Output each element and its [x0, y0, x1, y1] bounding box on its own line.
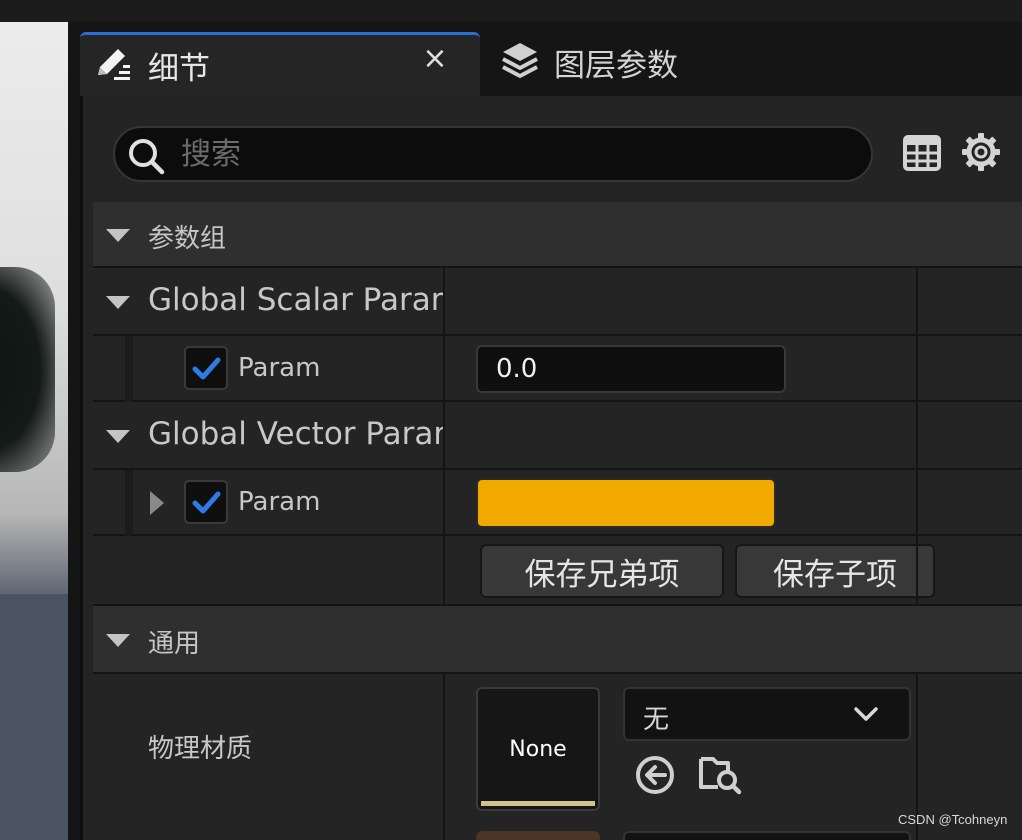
vector-param-row: Param	[93, 470, 1022, 536]
viewport-preview[interactable]	[0, 22, 68, 840]
checkmark-icon	[192, 357, 221, 380]
column-separator	[443, 470, 445, 536]
vector-color-swatch[interactable]	[476, 478, 776, 528]
browse-asset-icon[interactable]	[698, 751, 742, 795]
top-bar	[0, 0, 1022, 22]
indent-bar	[125, 336, 133, 402]
next-dropdown-peek	[623, 831, 911, 840]
column-separator	[916, 402, 918, 470]
phys-material-label: 物理材质	[148, 734, 253, 764]
viewport-floor	[0, 594, 68, 840]
tab-bar: 细节 × 图层参数	[80, 22, 1022, 96]
panel-divider[interactable]	[68, 22, 80, 840]
vector-param-label: Param	[238, 487, 321, 517]
tab-layer-params-label: 图层参数	[554, 48, 678, 84]
collapse-arrow-icon[interactable]	[106, 634, 130, 647]
save-sibling-button[interactable]: 保存兄弟项	[480, 544, 724, 598]
viewport-object	[0, 267, 55, 472]
search-icon	[129, 139, 165, 175]
search-box[interactable]	[113, 126, 873, 182]
group-label: Global Scalar Param	[148, 282, 444, 318]
category-label: 通用	[148, 629, 201, 659]
group-global-scalar-param[interactable]: Global Scalar Param	[93, 268, 1022, 336]
phys-material-thumbnail[interactable]: None	[476, 687, 600, 811]
scalar-param-checkbox[interactable]	[184, 346, 228, 390]
tab-details-label: 细节	[148, 51, 210, 87]
close-icon[interactable]: ×	[422, 44, 448, 74]
dropdown-value: 无	[643, 705, 670, 735]
details-panel: 参数组 Global Scalar Param Param 0.0 Global…	[80, 96, 1022, 840]
collapse-arrow-icon[interactable]	[106, 430, 130, 443]
category-general[interactable]: 通用	[93, 606, 1022, 674]
expand-arrow-icon[interactable]	[150, 491, 164, 515]
search-input[interactable]	[181, 134, 841, 174]
group-global-vector-param[interactable]: Global Vector Param	[93, 402, 1022, 470]
indent-bar	[125, 470, 133, 536]
layers-icon	[502, 43, 538, 78]
asset-type-bar	[481, 801, 595, 806]
category-params-group[interactable]: 参数组	[93, 202, 1022, 268]
column-separator	[916, 536, 918, 604]
category-label: 参数组	[148, 224, 227, 254]
use-selected-arrow-icon[interactable]	[635, 755, 675, 795]
edit-details-icon	[98, 49, 130, 80]
vector-param-checkbox[interactable]	[184, 480, 228, 524]
phys-material-dropdown[interactable]: 无	[623, 687, 911, 741]
scalar-param-row: Param 0.0	[93, 336, 1022, 402]
checkmark-icon	[192, 491, 221, 514]
column-separator	[443, 674, 445, 840]
next-thumbnail-peek	[476, 831, 600, 840]
tab-details[interactable]: 细节 ×	[80, 32, 480, 96]
save-buttons-row: 保存兄弟项 保存子项	[93, 536, 1022, 606]
collapse-arrow-icon[interactable]	[106, 296, 130, 309]
table-view-icon[interactable]	[903, 134, 941, 172]
column-separator	[916, 268, 918, 336]
column-separator	[443, 536, 445, 604]
tab-layer-params[interactable]: 图层参数	[490, 32, 750, 96]
collapse-arrow-icon[interactable]	[106, 229, 130, 242]
column-separator	[443, 402, 445, 470]
group-label: Global Vector Param	[148, 416, 444, 452]
scalar-param-label: Param	[238, 353, 321, 383]
column-separator	[443, 268, 445, 336]
scalar-value-input[interactable]: 0.0	[476, 345, 786, 393]
column-separator	[916, 470, 918, 536]
thumbnail-label: None	[509, 736, 567, 762]
watermark: CSDN @Tcohneyn	[898, 812, 1008, 827]
gear-icon[interactable]	[961, 132, 1001, 172]
chevron-down-icon	[854, 707, 878, 721]
column-separator	[916, 336, 918, 402]
save-child-button[interactable]: 保存子项	[735, 544, 935, 598]
column-separator	[443, 336, 445, 402]
